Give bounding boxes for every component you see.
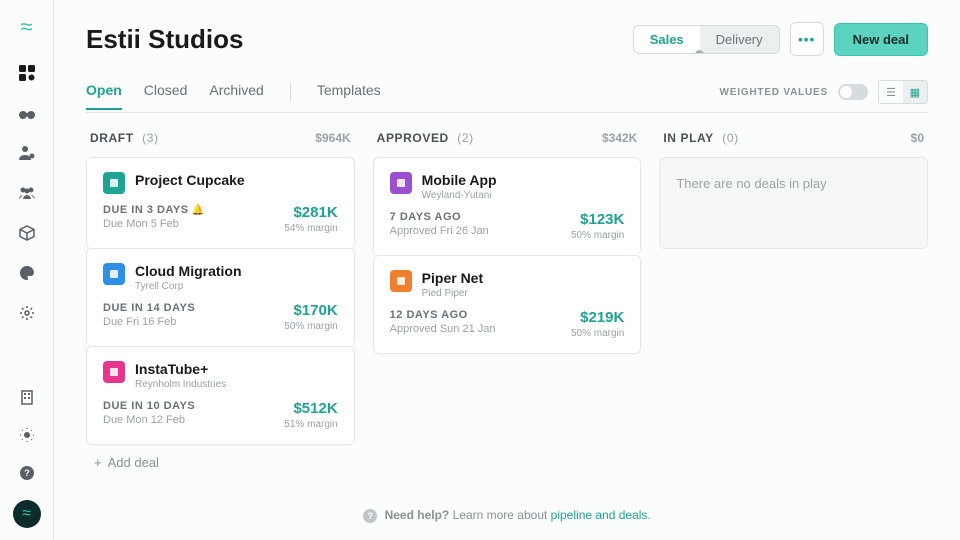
nav-settings-icon[interactable]: [16, 302, 38, 324]
deal-card[interactable]: Mobile App Weyland-Yutani 7 DAYS AGO App…: [373, 157, 642, 255]
help-footer: ? Need help? Learn more about pipeline a…: [86, 508, 928, 523]
deal-client: Tyrell Corp: [135, 281, 242, 292]
deal-margin: 50% margin: [571, 230, 624, 241]
deal-margin: 54% margin: [284, 223, 337, 234]
deal-due-date: Due Fri 16 Feb: [103, 316, 195, 328]
deal-name: Piper Net: [422, 270, 483, 287]
deal-due-label: 12 DAYS AGO: [390, 309, 496, 321]
deal-due-date: Approved Fri 26 Jan: [390, 225, 489, 237]
column-draft-title: DRAFT: [90, 131, 134, 145]
help-mid: Learn more about: [449, 508, 550, 522]
nav-help-icon[interactable]: ?: [16, 462, 38, 484]
nav-building-icon[interactable]: [16, 386, 38, 408]
weighted-values-label: WEIGHTED VALUES: [720, 87, 828, 98]
deal-client: Weyland-Yutani: [422, 190, 497, 201]
view-list-button[interactable]: ☰: [879, 81, 903, 103]
deal-icon: [103, 263, 125, 285]
deal-margin: 51% margin: [284, 419, 337, 430]
deal-name: InstaTube+: [135, 361, 226, 378]
column-inplay-title: IN PLAY: [663, 131, 713, 145]
bell-icon: 🔔: [192, 205, 205, 216]
deal-name: Project Cupcake: [135, 172, 245, 189]
help-suffix: .: [647, 508, 650, 522]
mode-segment: Sales Delivery: [633, 25, 780, 54]
column-inplay: IN PLAY (0) $0 There are no deals in pla…: [659, 129, 928, 480]
deal-value: $170K: [284, 302, 337, 319]
sidebar: ≈ ? ≈: [0, 0, 54, 540]
deal-due-date: Approved Sun 21 Jan: [390, 323, 496, 335]
nav-user-icon[interactable]: [16, 142, 38, 164]
more-button[interactable]: •••: [790, 22, 824, 56]
help-link[interactable]: pipeline and deals: [551, 508, 648, 522]
nav-dashboard-icon[interactable]: [16, 62, 38, 84]
deal-card[interactable]: Project Cupcake DUE IN 3 DAYS🔔 Due Mon 5…: [86, 157, 355, 248]
column-draft-count: (3): [142, 131, 158, 145]
nav-theme-icon[interactable]: [16, 424, 38, 446]
deal-name: Cloud Migration: [135, 263, 242, 280]
nav-package-icon[interactable]: [16, 222, 38, 244]
deal-icon: [103, 361, 125, 383]
deal-due-date: Due Mon 5 Feb: [103, 218, 205, 230]
logo-icon: ≈: [20, 14, 32, 40]
deal-value: $512K: [284, 400, 337, 417]
nav-binoculars-icon[interactable]: [16, 102, 38, 124]
column-approved-title: APPROVED: [377, 131, 449, 145]
page-title: Estii Studios: [86, 24, 243, 55]
main-content: Estii Studios Sales Delivery ••• New dea…: [54, 0, 960, 540]
column-approved: APPROVED (2) $342K Mobile App Weyland-Yu…: [373, 129, 642, 480]
add-deal-label: Add deal: [108, 455, 159, 470]
column-inplay-total: $0: [911, 131, 924, 145]
column-inplay-count: (0): [722, 131, 738, 145]
help-icon: ?: [363, 509, 377, 523]
deal-due-label: 7 DAYS AGO: [390, 211, 489, 223]
deal-due-date: Due Mon 12 Feb: [103, 414, 195, 426]
tab-templates[interactable]: Templates: [317, 82, 381, 110]
column-approved-total: $342K: [602, 131, 637, 145]
tab-open[interactable]: Open: [86, 82, 122, 110]
deal-due-label: DUE IN 14 DAYS: [103, 302, 195, 314]
deal-name: Mobile App: [422, 172, 497, 189]
column-draft: DRAFT (3) $964K Project Cupcake DUE IN 3…: [86, 129, 355, 480]
view-segment: ☰ ▦: [878, 80, 928, 104]
deal-card[interactable]: Cloud Migration Tyrell Corp DUE IN 14 DA…: [86, 248, 355, 346]
column-draft-total: $964K: [315, 131, 350, 145]
seg-sales[interactable]: Sales: [634, 26, 700, 53]
nav-palette-icon[interactable]: [16, 262, 38, 284]
deal-value: $123K: [571, 211, 624, 228]
seg-delivery[interactable]: Delivery: [700, 26, 779, 53]
deal-icon: [390, 270, 412, 292]
help-prefix: Need help?: [385, 508, 450, 522]
tab-archived[interactable]: Archived: [209, 82, 263, 110]
deal-icon: [390, 172, 412, 194]
deal-client: Reynholm Industries: [135, 379, 226, 390]
svg-text:?: ?: [24, 468, 30, 478]
weighted-values-toggle[interactable]: [838, 84, 868, 100]
column-approved-count: (2): [457, 131, 473, 145]
tab-closed[interactable]: Closed: [144, 82, 188, 110]
new-deal-button[interactable]: New deal: [834, 23, 928, 56]
seg-indicator-dot: [695, 50, 704, 54]
tab-divider: [290, 83, 291, 101]
view-grid-button[interactable]: ▦: [903, 81, 927, 103]
deal-value: $281K: [284, 204, 337, 221]
column-inplay-empty: There are no deals in play: [659, 157, 928, 249]
deal-icon: [103, 172, 125, 194]
deal-value: $219K: [571, 309, 624, 326]
user-avatar[interactable]: ≈: [13, 500, 41, 528]
deal-card[interactable]: Piper Net Pied Piper 12 DAYS AGO Approve…: [373, 255, 642, 354]
plus-icon: +: [94, 455, 102, 470]
nav-team-icon[interactable]: [16, 182, 38, 204]
deal-due-label: DUE IN 3 DAYS🔔: [103, 204, 205, 216]
add-deal-button[interactable]: + Add deal: [86, 445, 355, 480]
deal-due-label: DUE IN 10 DAYS: [103, 400, 195, 412]
deal-margin: 50% margin: [284, 321, 337, 332]
deal-margin: 50% margin: [571, 328, 624, 339]
deal-client: Pied Piper: [422, 288, 483, 299]
deal-card[interactable]: InstaTube+ Reynholm Industries DUE IN 10…: [86, 346, 355, 445]
